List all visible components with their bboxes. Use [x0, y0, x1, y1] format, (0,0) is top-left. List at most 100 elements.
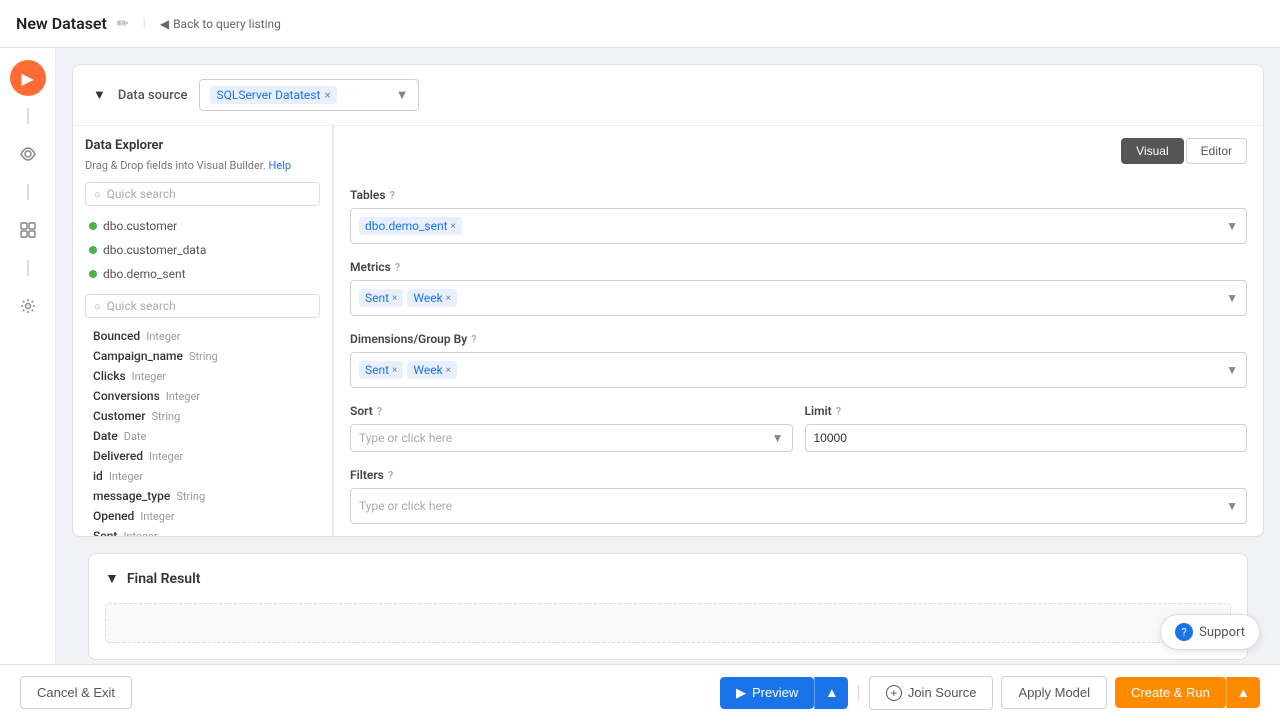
create-run-caret-button[interactable]: ▲	[1226, 677, 1260, 708]
top-bar: New Dataset ✏ | ◀ Back to query listing	[0, 0, 1280, 48]
field-id[interactable]: id Integer	[89, 466, 320, 486]
field-opened[interactable]: Opened Integer	[89, 506, 320, 526]
table-item-demo-sent[interactable]: dbo.demo_sent	[85, 262, 320, 286]
divider-1: |	[856, 682, 860, 703]
transform-icon	[20, 222, 36, 238]
table-item-customer[interactable]: dbo.customer	[85, 214, 320, 238]
page-title: New Dataset	[16, 14, 107, 33]
sort-chevron: ▼	[772, 431, 784, 445]
dimensions-tag-week-remove[interactable]: ×	[446, 365, 451, 376]
cancel-button[interactable]: Cancel & Exit	[20, 676, 132, 709]
final-result-section: ▼ Final Result	[88, 553, 1248, 660]
field-clicks[interactable]: Clicks Integer	[89, 366, 320, 386]
sort-limit-row: Sort ? Type or click here ▼ Limit	[350, 404, 1247, 468]
editor-btn[interactable]: Editor	[1186, 138, 1247, 164]
metrics-chevron: ▼	[1226, 291, 1238, 305]
data-source-remove[interactable]: ×	[324, 88, 330, 102]
data-explorer-title: Data Explorer	[85, 138, 320, 153]
filters-help-icon[interactable]: ?	[388, 469, 393, 482]
eye-icon	[20, 146, 36, 162]
final-result-content	[105, 603, 1231, 643]
search-icon-1: ○	[94, 188, 101, 201]
data-source-collapse[interactable]: ▼	[93, 87, 106, 103]
create-run-button[interactable]: Create & Run	[1115, 677, 1226, 708]
data-source-select[interactable]: SQLServer Datatest × ▼	[199, 79, 419, 111]
bottom-right-actions: ▶ Preview ▲ | + Join Source Apply Model …	[720, 676, 1260, 710]
table-dot-2	[89, 246, 97, 254]
field-list: Bounced Integer Campaign_name String Cli…	[85, 326, 320, 537]
preview-caret-button[interactable]: ▲	[814, 677, 848, 709]
nav-transform[interactable]	[10, 212, 46, 248]
help-link[interactable]: Help	[268, 159, 291, 172]
quick-search-2[interactable]: ○ Quick search	[85, 294, 320, 318]
data-source-chevron: ▼	[396, 87, 409, 103]
dimensions-select[interactable]: Sent × Week × ▼	[350, 352, 1247, 388]
final-result-collapse[interactable]: ▼	[105, 570, 119, 587]
bottom-bar: Cancel & Exit ▶ Preview ▲ | + Join Sourc…	[0, 664, 1280, 720]
table-item-customer-data[interactable]: dbo.customer_data	[85, 238, 320, 262]
field-date[interactable]: Date Date	[89, 426, 320, 446]
apply-model-button[interactable]: Apply Model	[1001, 676, 1107, 709]
limit-input[interactable]	[805, 424, 1248, 452]
limit-label: Limit ?	[805, 404, 1248, 418]
tables-tag-demo-sent: dbo.demo_sent ×	[359, 217, 462, 235]
metrics-help-icon[interactable]: ?	[395, 261, 400, 274]
view-toggle: Visual Editor	[1121, 138, 1247, 164]
settings-icon	[20, 298, 36, 314]
field-message-type[interactable]: message_type String	[89, 486, 320, 506]
tables-tag-remove[interactable]: ×	[451, 221, 456, 232]
metrics-row: Metrics ? Sent × Week ×	[350, 260, 1247, 316]
metrics-tag-week: Week ×	[407, 289, 457, 307]
sort-select[interactable]: Type or click here ▼	[350, 424, 793, 452]
nav-connector-1	[27, 108, 29, 124]
limit-help-icon[interactable]: ?	[836, 405, 841, 418]
final-result-header: ▼ Final Result	[105, 570, 1231, 587]
tables-help-icon[interactable]: ?	[390, 189, 395, 202]
sort-label: Sort ?	[350, 404, 793, 418]
support-button[interactable]: ? Support	[1160, 614, 1260, 650]
side-nav: ▶	[0, 48, 56, 720]
preview-button[interactable]: ▶ Preview	[720, 677, 814, 709]
field-bounced[interactable]: Bounced Integer	[89, 326, 320, 346]
bottom-left-actions: Cancel & Exit	[20, 676, 132, 709]
metrics-tag-sent-remove[interactable]: ×	[392, 293, 397, 304]
quick-search-1[interactable]: ○ Quick search	[85, 182, 320, 206]
join-plus-icon: +	[886, 685, 902, 701]
main-card: ▼ Data source SQLServer Datatest × ▼	[72, 64, 1264, 537]
sort-help-icon[interactable]: ?	[377, 405, 382, 418]
dimensions-tag-sent: Sent ×	[359, 361, 403, 379]
field-sent[interactable]: Sent Integer	[89, 526, 320, 537]
data-source-section: ▼ Data source SQLServer Datatest × ▼	[73, 65, 1263, 126]
field-conversions[interactable]: Conversions Integer	[89, 386, 320, 406]
field-delivered[interactable]: Delivered Integer	[89, 446, 320, 466]
metrics-tag-week-remove[interactable]: ×	[446, 293, 451, 304]
preview-button-group: ▶ Preview ▲	[720, 677, 848, 709]
field-customer[interactable]: Customer String	[89, 406, 320, 426]
metrics-select[interactable]: Sent × Week × ▼	[350, 280, 1247, 316]
back-link[interactable]: ◀ Back to query listing	[160, 17, 281, 31]
tables-select[interactable]: dbo.demo_sent × ▼	[350, 208, 1247, 244]
dimensions-row: Dimensions/Group By ? Sent × Week ×	[350, 332, 1247, 388]
limit-form-row: Limit ?	[805, 404, 1248, 452]
search-icon-2: ○	[94, 300, 101, 313]
nav-preview[interactable]	[10, 136, 46, 172]
edit-icon[interactable]: ✏	[117, 16, 129, 32]
nav-connector-3	[27, 260, 29, 276]
dimensions-label: Dimensions/Group By ?	[350, 332, 1247, 346]
filters-chevron: ▼	[1226, 499, 1238, 513]
data-source-tag: SQLServer Datatest ×	[210, 86, 336, 104]
join-source-button[interactable]: + Join Source	[869, 676, 994, 710]
filters-select[interactable]: Type or click here ▼	[350, 488, 1247, 524]
final-result-title: Final Result	[127, 571, 201, 587]
nav-settings[interactable]	[10, 288, 46, 324]
field-campaign-name[interactable]: Campaign_name String	[89, 346, 320, 366]
data-explorer-subtitle: Drag & Drop fields into Visual Builder. …	[85, 159, 320, 172]
dimensions-help-icon[interactable]: ?	[471, 333, 476, 346]
visual-btn[interactable]: Visual	[1121, 138, 1183, 164]
dimensions-tag-sent-remove[interactable]: ×	[392, 365, 397, 376]
nav-data[interactable]: ▶	[10, 60, 46, 96]
nav-connector-2	[27, 184, 29, 200]
back-arrow-icon: ◀	[160, 17, 169, 31]
table-list: dbo.customer dbo.customer_data dbo.demo_…	[85, 214, 320, 286]
builder-area: Visual Editor Tables ? dbo.demo_sent	[334, 126, 1263, 537]
